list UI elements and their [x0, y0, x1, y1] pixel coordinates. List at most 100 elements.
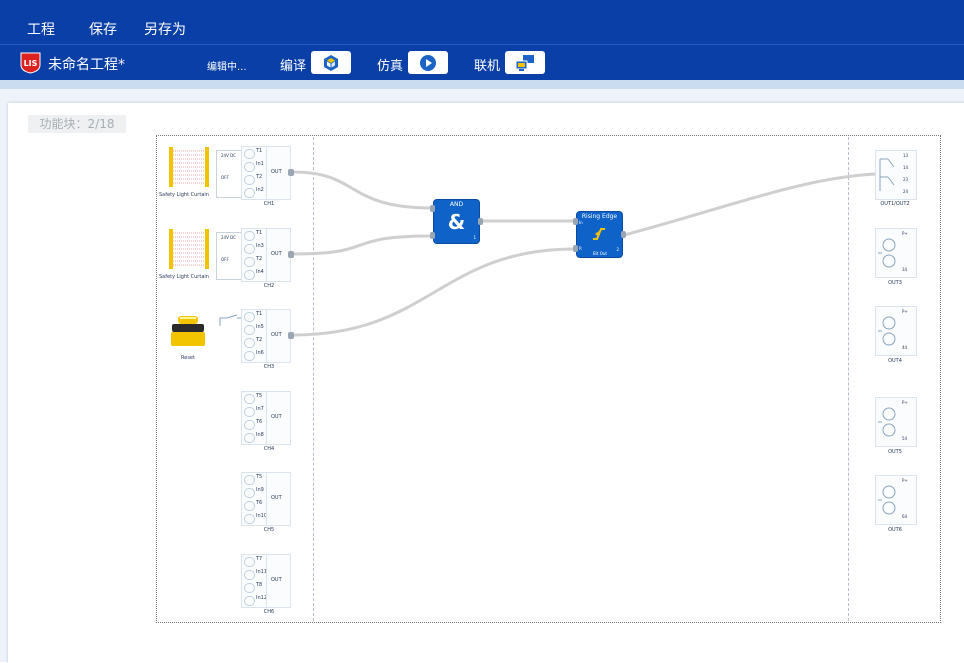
- simulate-button[interactable]: [408, 51, 448, 74]
- output-zone-divider: [848, 137, 849, 621]
- edit-status: 编辑中...: [207, 62, 247, 73]
- terminal-label: P+: [902, 309, 908, 314]
- output-label: OUT: [271, 577, 282, 583]
- switch-off-label: OFF: [221, 175, 229, 180]
- block-subtitle: Bit Out: [593, 251, 607, 256]
- pin-label: In4: [256, 269, 264, 275]
- pin-label: In6: [256, 350, 264, 356]
- menu-save[interactable]: 保存: [89, 19, 117, 39]
- block-counter: 功能块：2/18: [28, 115, 126, 133]
- terminal-label: 13: [903, 153, 909, 158]
- pin-label: T7: [256, 556, 263, 562]
- output-out5[interactable]: P+ 54: [875, 397, 917, 447]
- terminal-label: 64: [902, 514, 908, 519]
- pin-label: T8: [256, 582, 263, 588]
- output-coil-icon: [878, 316, 896, 346]
- online-button[interactable]: [505, 51, 545, 74]
- input-port[interactable]: [430, 205, 435, 212]
- input-port[interactable]: [430, 232, 435, 239]
- online-label: 联机: [474, 59, 501, 74]
- and-block[interactable]: AND & 1: [430, 200, 483, 243]
- compile-label: 编译: [280, 59, 307, 74]
- toolbar-divider: [0, 80, 964, 89]
- output-port[interactable]: [288, 332, 294, 339]
- menu-project[interactable]: 工程: [27, 19, 55, 39]
- output-port[interactable]: [478, 218, 483, 225]
- reset-label: Reset: [181, 355, 195, 361]
- pin-label: In7: [256, 406, 264, 412]
- pin-label: In8: [256, 432, 264, 438]
- pin-label: T2: [256, 174, 263, 180]
- terminal-label: P+: [902, 231, 908, 236]
- channel-name: CH1: [263, 201, 275, 207]
- channel-name: CH5: [263, 527, 275, 533]
- pin-label: In9: [256, 487, 264, 493]
- switch-voltage-label: 24V DC: [221, 153, 236, 158]
- toolbar: LIS 未命名工程* 编辑中... 编译 仿真 联机: [0, 44, 964, 81]
- pin-label: T5: [256, 474, 263, 480]
- output-name: OUT6: [888, 527, 902, 533]
- output-out3[interactable]: P+ 34: [875, 228, 917, 278]
- input-zone-divider: [313, 137, 314, 621]
- input-channel-ch4[interactable]: T5 In7 T6 In8 OUT: [241, 391, 291, 445]
- block-title: Rising Edge: [581, 213, 618, 220]
- output-port[interactable]: [288, 251, 294, 258]
- light-curtain-graphic: [169, 147, 209, 187]
- output-relay-out1-out2[interactable]: 13 14 23 24: [875, 150, 917, 200]
- terminal-label: P+: [902, 400, 908, 405]
- output-label: OUT: [271, 251, 282, 257]
- terminal-label: P+: [902, 478, 908, 483]
- curtain-2-switch: 24V DC OFF: [216, 232, 244, 280]
- block-output-number: 2: [616, 247, 619, 252]
- pin-label: T1: [256, 148, 263, 154]
- curtain-2-label: Safety Light Curtain: [159, 274, 209, 280]
- output-name: OUT4: [888, 358, 902, 364]
- pin-label: In1: [256, 161, 264, 167]
- curtain-1-label: Safety Light Curtain: [159, 192, 209, 198]
- terminal-label: 24: [903, 189, 909, 194]
- input-channel-ch1[interactable]: T1 In1 T2 In2 OUT: [241, 146, 294, 200]
- output-port[interactable]: [288, 169, 294, 176]
- relay-contact-icon: [879, 158, 895, 191]
- input-channel-ch6[interactable]: T7 In11 T8 In12 OUT: [241, 554, 291, 608]
- network-monitor-icon: [515, 54, 534, 71]
- pin-label: T1: [256, 311, 263, 317]
- cube-icon: [324, 54, 338, 71]
- output-label: OUT: [271, 332, 282, 338]
- logic-canvas[interactable]: [156, 135, 941, 623]
- pin-label: T1: [256, 230, 263, 236]
- output-label: OUT: [271, 414, 282, 420]
- pin-label: T6: [256, 419, 263, 425]
- app-logo-icon: LIS: [20, 52, 41, 74]
- channel-name: CH2: [263, 283, 275, 289]
- pin-label: T2: [256, 256, 263, 262]
- switch-voltage-label: 24V DC: [221, 235, 236, 240]
- pin-label: In2: [256, 187, 264, 193]
- rising-edge-block[interactable]: Rising Edge In R 2 Bit Out: [573, 212, 626, 257]
- pin-label: T2: [256, 337, 263, 343]
- output-out6[interactable]: P+ 64: [875, 475, 917, 525]
- menu-bar: 工程 保存 另存为: [0, 0, 964, 44]
- input-channel-ch2[interactable]: T1 In3 T2 In4 OUT: [241, 228, 294, 282]
- compile-button[interactable]: [311, 51, 351, 74]
- input-pin-label: In: [579, 220, 583, 225]
- channel-name: CH6: [263, 609, 275, 615]
- channel-name: CH3: [263, 364, 275, 370]
- reset-button-icon: [171, 316, 205, 346]
- menu-save-as[interactable]: 另存为: [144, 19, 186, 39]
- input-port[interactable]: [573, 218, 578, 225]
- reset-port[interactable]: [573, 245, 578, 252]
- curtain-1-switch: 24V DC OFF: [216, 150, 244, 198]
- rising-edge-icon: [593, 228, 605, 240]
- output-port[interactable]: [621, 231, 626, 238]
- output-label: OUT: [271, 169, 282, 175]
- reset-pin-label: R: [579, 246, 582, 251]
- block-output-number: 1: [473, 235, 476, 240]
- terminal-label: 54: [902, 436, 908, 441]
- output-name: OUT5: [888, 449, 902, 455]
- output-name: OUT1/OUT2: [880, 201, 910, 207]
- input-channel-ch3[interactable]: T1 In5 T2 In6 OUT: [241, 309, 294, 363]
- output-out4[interactable]: P+ 44: [875, 306, 917, 356]
- input-channel-ch5[interactable]: T5 In9 T6 In10 OUT: [241, 472, 291, 526]
- ampersand-icon: &: [447, 210, 466, 234]
